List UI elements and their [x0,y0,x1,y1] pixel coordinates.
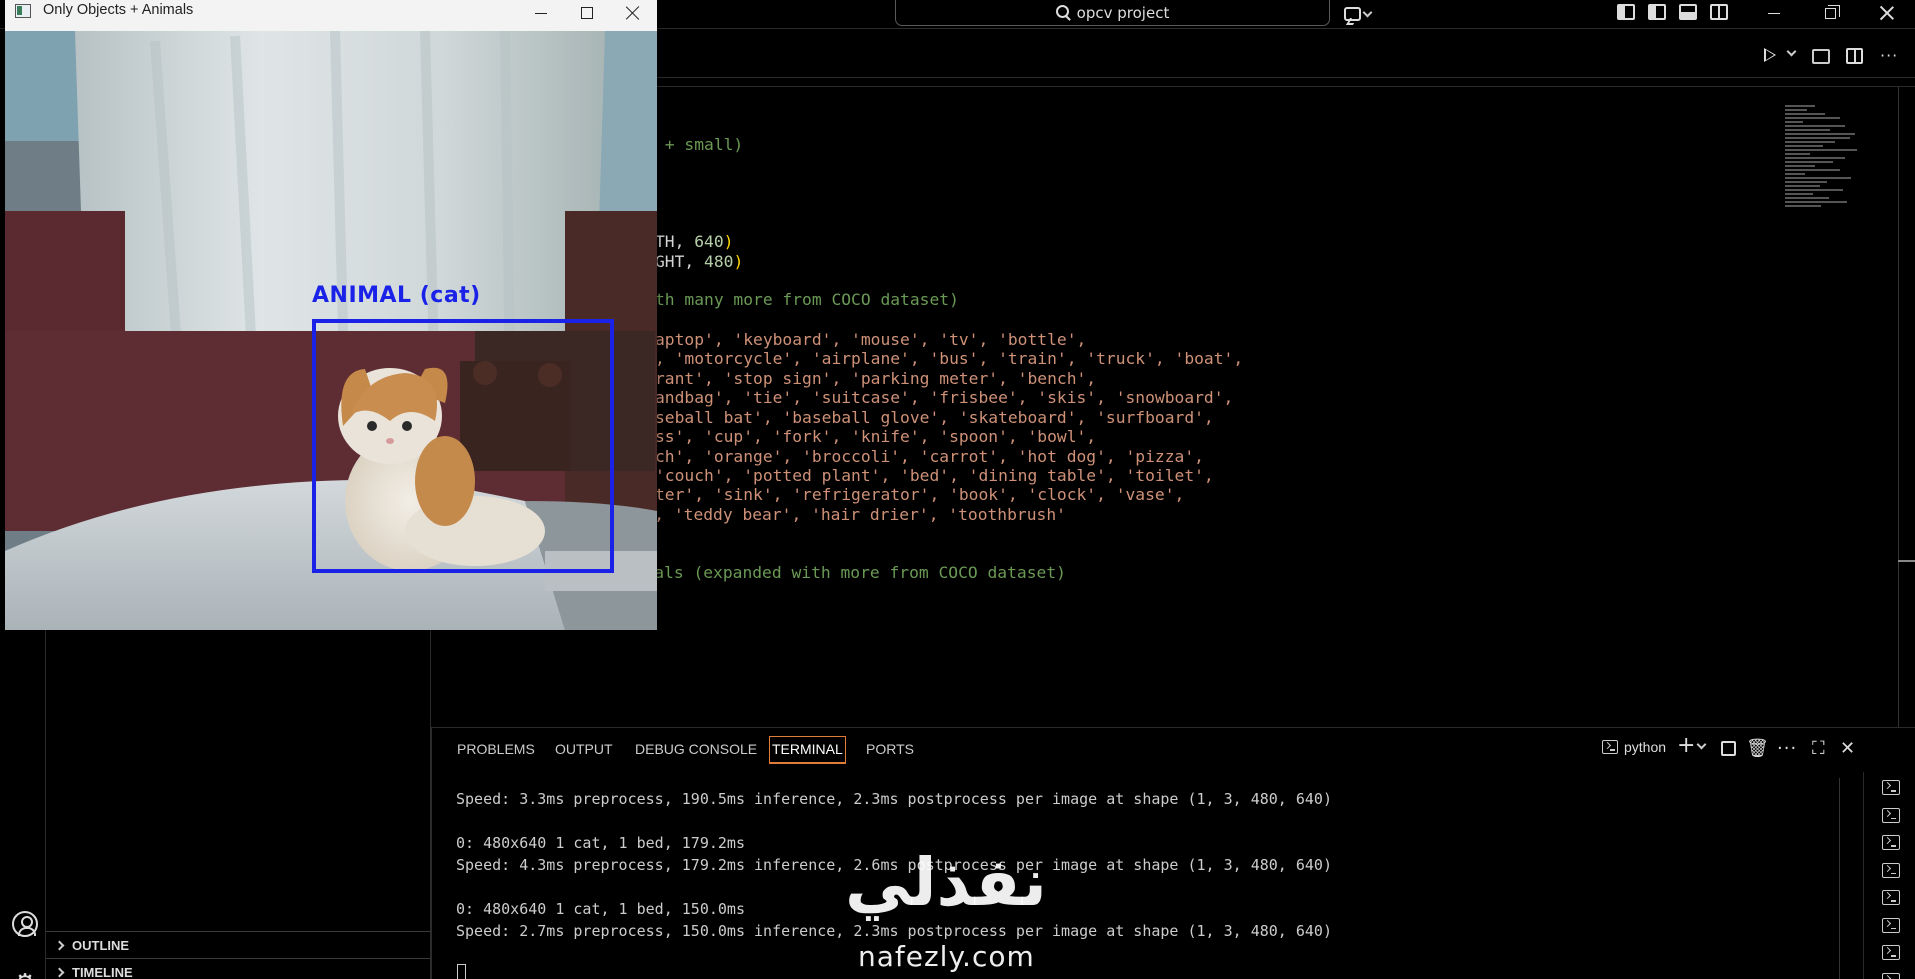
code-token: 480 [704,252,734,271]
terminal-instance-list [1863,772,1915,979]
bottom-panel: PROBLEMS OUTPUT DEBUG CONSOLE TERMINAL PORTS… [431,727,1915,979]
minimize-icon [1768,12,1780,14]
code-token: , 'motorcycle', 'airplane', 'bus', 'trai… [655,349,1244,368]
close-icon [1880,6,1894,20]
restore-button[interactable] [1807,0,1853,26]
minimize-button[interactable] [1751,0,1797,26]
layout-controls [1617,4,1728,20]
minimap[interactable] [1785,105,1885,255]
chevron-right-icon [54,940,65,950]
detection-label: ANIMAL (cat) [312,283,481,308]
watermark-arabic-logo: نفذلي [845,844,1047,921]
toggle-panel-icon[interactable] [1679,4,1697,20]
trash-icon[interactable]: 🗑 [1746,740,1769,758]
command-center-search[interactable]: opcv project [895,0,1330,26]
editor-tab-bar [655,29,1915,78]
terminal-line: 0: 480x640 1 cat, 1 bed, 150.0ms [456,900,745,918]
terminal-instance-icon[interactable] [1882,807,1900,823]
new-terminal-icon[interactable]: + [1677,735,1695,757]
close-icon [626,6,640,20]
terminal-instance-icon[interactable] [1882,945,1900,960]
code-token: ter', 'sink', 'refrigerator', 'book', 'c… [655,485,1185,504]
code-token: ) [723,232,734,251]
maximize-icon [581,7,593,19]
terminal-instance-icon[interactable] [1882,862,1900,878]
terminal-instance-icon[interactable] [1882,780,1900,795]
split-editor-icon[interactable] [1846,48,1863,64]
app-icon [15,4,31,18]
command-center-text: opcv project [1076,3,1170,22]
terminal-scrollbar[interactable] [1839,778,1840,979]
code-line: + small) [655,133,743,157]
terminal-instance-icon[interactable] [1882,835,1900,850]
code-token: andbag', 'tie', 'suitcase', 'frisbee', '… [655,388,1234,407]
terminal-instance-icon[interactable] [1882,917,1900,933]
gear-icon[interactable]: ⚙ [12,971,38,979]
terminal-line: Speed: 2.7ms preprocess, 150.0ms inferen… [456,922,1332,940]
code-token: ) [733,252,744,271]
code-token: th many more from COCO dataset) [655,290,959,309]
opencv-title-bar[interactable]: Only Objects + Animals [5,0,657,31]
watermark-url: nafezly.com [858,940,1035,973]
terminal-instance-icon[interactable] [1882,890,1900,905]
restore-icon [1824,4,1840,19]
code-line: th many more from COCO dataset) [655,288,959,312]
customize-layout-icon[interactable] [1617,4,1635,20]
tab-debug-console[interactable]: DEBUG CONSOLE [635,741,757,757]
more-icon[interactable]: ··· [1777,740,1797,758]
terminal-line: 0: 480x640 1 cat, 1 bed, 179.2ms [456,834,745,852]
close-button[interactable] [1864,0,1910,26]
code-token: GHT, [655,252,705,271]
code-line: GHT, 480) [655,250,743,274]
terminal-selector[interactable]: python [1602,739,1666,755]
editor-scrollbar[interactable] [1898,87,1899,727]
more-actions-icon[interactable]: ··· [1880,46,1898,65]
code-token: TH, [655,232,695,251]
close-panel-icon[interactable]: ✕ [1840,740,1855,758]
tab-terminal[interactable]: TERMINAL [769,736,846,764]
toggle-primary-sidebar-icon[interactable] [1648,4,1666,20]
open-preview-icon[interactable] [1812,49,1830,64]
opencv-window[interactable]: Only Objects + Animals ANIMAL (cat) [5,0,657,630]
tab-ports[interactable]: PORTS [866,741,914,757]
maximize-panel-icon[interactable]: ⛶ [1812,740,1825,758]
tab-output[interactable]: OUTPUT [555,741,613,757]
cv-maximize-button[interactable] [564,0,610,26]
window-title: Only Objects + Animals [43,2,194,18]
terminal-name: python [1624,739,1667,755]
section-label: OUTLINE [72,937,130,953]
section-label: TIMELINE [72,964,133,979]
terminal-output[interactable]: Speed: 3.3ms preprocess, 190.5ms inferen… [456,788,1756,942]
terminal-cursor [457,964,466,979]
chevron-down-icon [1362,7,1373,17]
account-icon[interactable] [12,911,38,937]
camera-frame: ANIMAL (cat) [5,31,657,630]
search-icon [1055,5,1069,18]
code-token: 640 [694,232,724,251]
terminal-line: Speed: 3.3ms preprocess, 190.5ms inferen… [456,790,1332,808]
copilot-chat-button[interactable] [1344,3,1384,25]
cv-minimize-button[interactable] [518,0,564,26]
chat-icon [1344,7,1361,21]
sidebar-section-outline[interactable]: OUTLINE [46,931,431,958]
toggle-secondary-sidebar-icon[interactable] [1710,4,1728,20]
terminal-icon [1602,740,1618,754]
detection-bounding-box [312,319,614,573]
chevron-right-icon [54,967,65,977]
cv-close-button[interactable] [610,0,656,26]
run-python-file-button[interactable] [1764,48,1776,62]
code-token: + small) [655,135,744,154]
minimize-icon [535,12,547,14]
code-token: ss', 'cup', 'fork', 'knife', 'spoon', 'b… [655,427,1097,446]
scrollbar-marker [1898,560,1915,562]
terminal-instance-icon[interactable] [1882,972,1900,979]
tab-problems[interactable]: PROBLEMS [457,741,535,757]
terminal-line: Speed: 4.3ms preprocess, 179.2ms inferen… [456,856,1332,874]
split-terminal-icon[interactable] [1721,741,1736,756]
sidebar-section-timeline[interactable]: TIMELINE [46,958,431,979]
